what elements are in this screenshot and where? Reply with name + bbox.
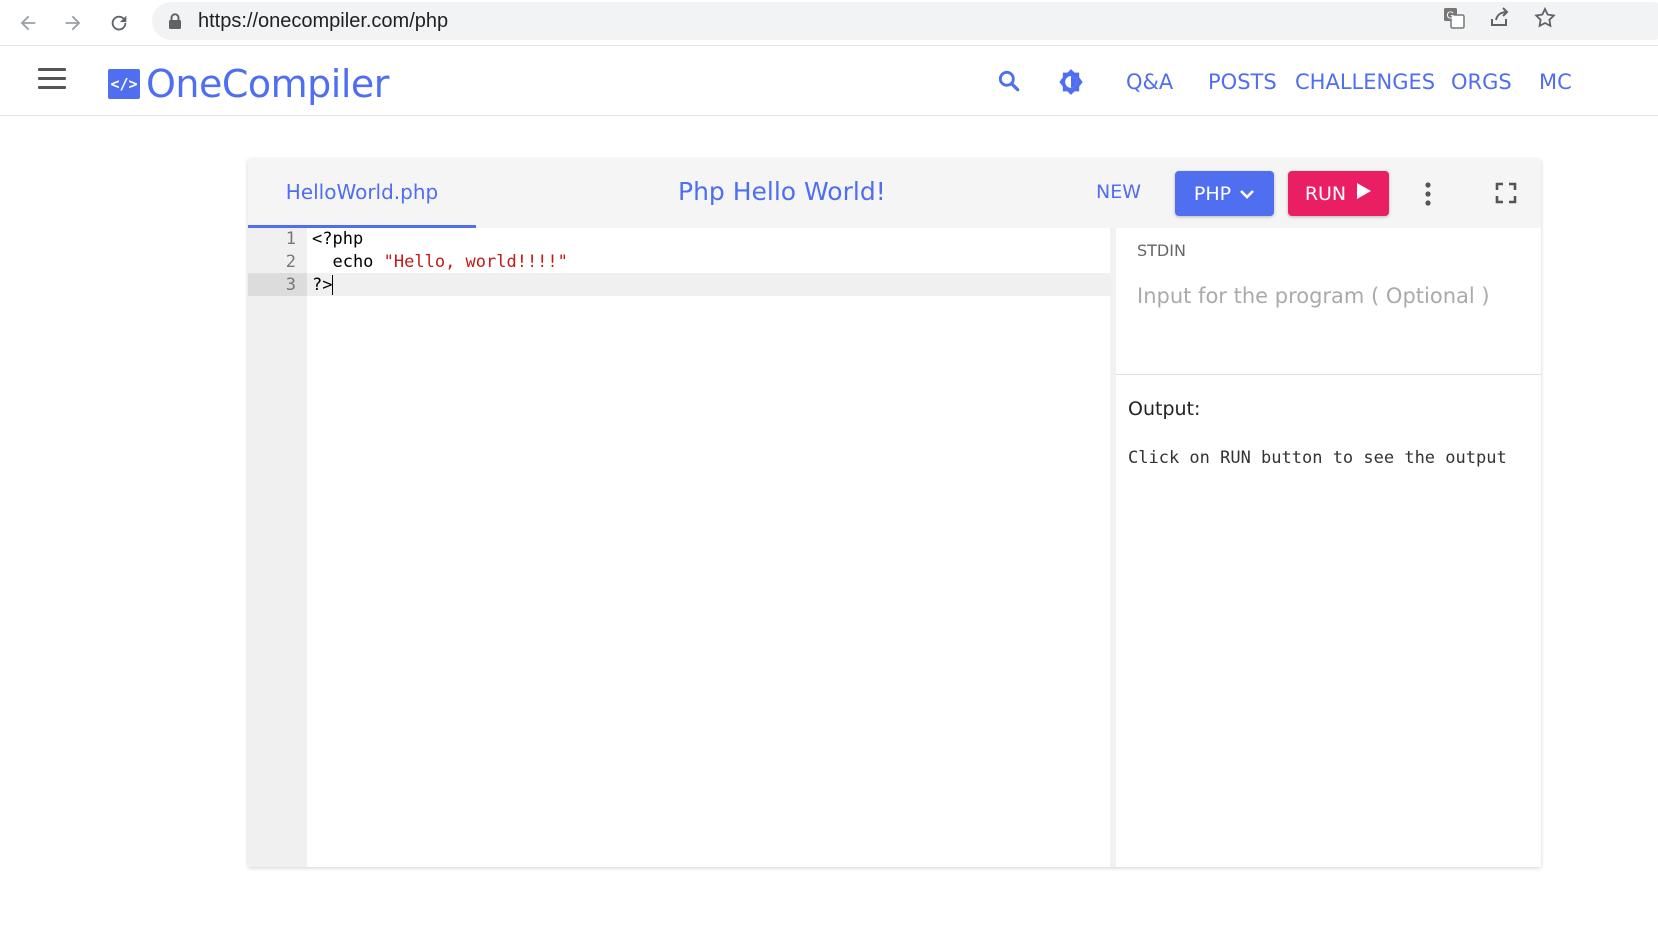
run-button[interactable]: RUN [1288, 171, 1389, 216]
tab-file[interactable]: HelloWorld.php [248, 159, 476, 228]
browser-toolbar: https://onecompiler.com/php G [0, 0, 1658, 46]
text-cursor [332, 275, 334, 295]
forward-arrow-icon[interactable] [55, 5, 91, 41]
search-icon[interactable] [996, 68, 1022, 99]
logo-text: OneCompiler [146, 62, 389, 106]
site-logo[interactable]: </> OneCompiler [108, 62, 389, 106]
url-text: https://onecompiler.com/php [198, 10, 449, 32]
menu-icon[interactable] [38, 68, 66, 95]
translate-icon[interactable]: G [1442, 6, 1466, 35]
run-label: RUN [1304, 182, 1347, 205]
nav-link-posts[interactable]: POSTS [1208, 70, 1277, 94]
address-bar[interactable]: https://onecompiler.com/php [152, 2, 1658, 40]
language-select[interactable]: PHP [1175, 171, 1274, 216]
divider [1116, 374, 1541, 375]
theme-toggle-icon[interactable] [1057, 68, 1085, 101]
active-line-highlight [307, 273, 1110, 296]
editor-card: HelloWorld.php Php Hello World! NEW PHP … [248, 159, 1541, 867]
code-line: <?php [312, 229, 364, 249]
editor-toolbar: HelloWorld.php Php Hello World! NEW PHP … [248, 159, 1541, 228]
reload-icon[interactable] [101, 5, 137, 41]
stdin-label: STDIN [1137, 241, 1186, 260]
output-label: Output: [1128, 398, 1201, 420]
program-title[interactable]: Php Hello World! [678, 177, 886, 206]
code-editor[interactable]: 1 2 3 <?php echo "Hello, world!!!!" ?> [248, 228, 1110, 867]
line-gutter [248, 228, 307, 867]
bookmark-star-icon[interactable] [1533, 6, 1557, 35]
svg-text:G: G [1447, 11, 1455, 22]
output-text: Click on RUN button to see the output [1128, 448, 1507, 468]
lock-icon [168, 13, 182, 35]
nav-link-more[interactable]: MC [1539, 70, 1658, 94]
io-pane: STDIN Output: Click on RUN button to see… [1116, 228, 1541, 867]
language-label: PHP [1193, 182, 1232, 205]
code-logo-icon: </> [108, 69, 140, 99]
code-line: echo "Hello, world!!!!" [312, 252, 568, 272]
nav-link-qa[interactable]: Q&A [1126, 70, 1173, 94]
share-icon[interactable] [1488, 6, 1512, 35]
site-header: </> OneCompiler Q&A POSTS CHALLENGES ORG… [0, 46, 1658, 116]
stdin-input[interactable] [1137, 276, 1527, 316]
line-number: 1 [285, 229, 296, 249]
line-number: 3 [285, 275, 296, 295]
chevron-down-icon [1239, 183, 1255, 205]
more-options-icon[interactable] [1424, 181, 1432, 212]
string-literal: "Hello, world!!!!" [383, 252, 568, 272]
new-button[interactable]: NEW [1096, 181, 1141, 203]
nav-link-orgs[interactable]: ORGS [1451, 70, 1512, 94]
fullscreen-icon[interactable] [1494, 181, 1518, 210]
back-arrow-icon[interactable] [10, 5, 46, 41]
nav-link-challenges[interactable]: CHALLENGES [1295, 70, 1435, 94]
play-icon [1356, 182, 1372, 205]
line-number: 2 [285, 252, 296, 272]
code-line: ?> [312, 275, 334, 295]
